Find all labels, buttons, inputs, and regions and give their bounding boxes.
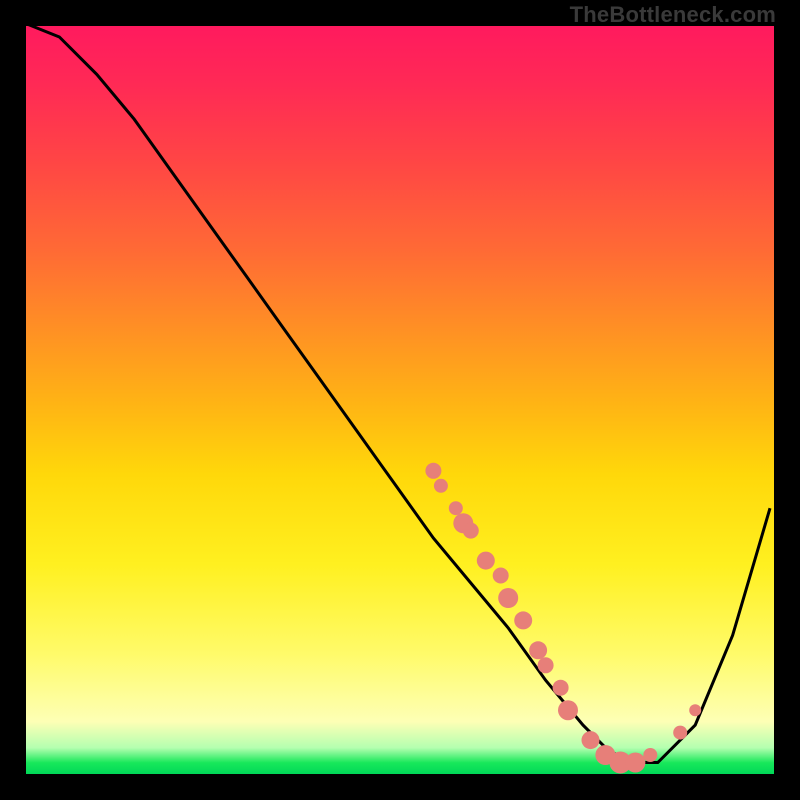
- curve-marker: [673, 726, 687, 740]
- chart-frame: [22, 22, 778, 778]
- curve-marker: [425, 463, 441, 479]
- curve-marker: [434, 479, 448, 493]
- bottleneck-curve: [22, 22, 770, 763]
- curve-marker: [625, 753, 645, 773]
- curve-marker: [529, 641, 547, 659]
- watermark-text: TheBottleneck.com: [570, 2, 776, 28]
- curve-marker: [498, 588, 518, 608]
- curve-marker: [582, 731, 600, 749]
- curve-markers: [425, 463, 701, 774]
- curve-marker: [689, 704, 701, 716]
- curve-marker: [477, 552, 495, 570]
- chart-svg: [22, 22, 770, 770]
- curve-marker: [553, 680, 569, 696]
- curve-marker: [493, 568, 509, 584]
- curve-marker: [538, 657, 554, 673]
- curve-marker: [514, 611, 532, 629]
- curve-marker: [558, 700, 578, 720]
- curve-marker: [643, 748, 657, 762]
- curve-marker: [463, 523, 479, 539]
- curve-marker: [449, 501, 463, 515]
